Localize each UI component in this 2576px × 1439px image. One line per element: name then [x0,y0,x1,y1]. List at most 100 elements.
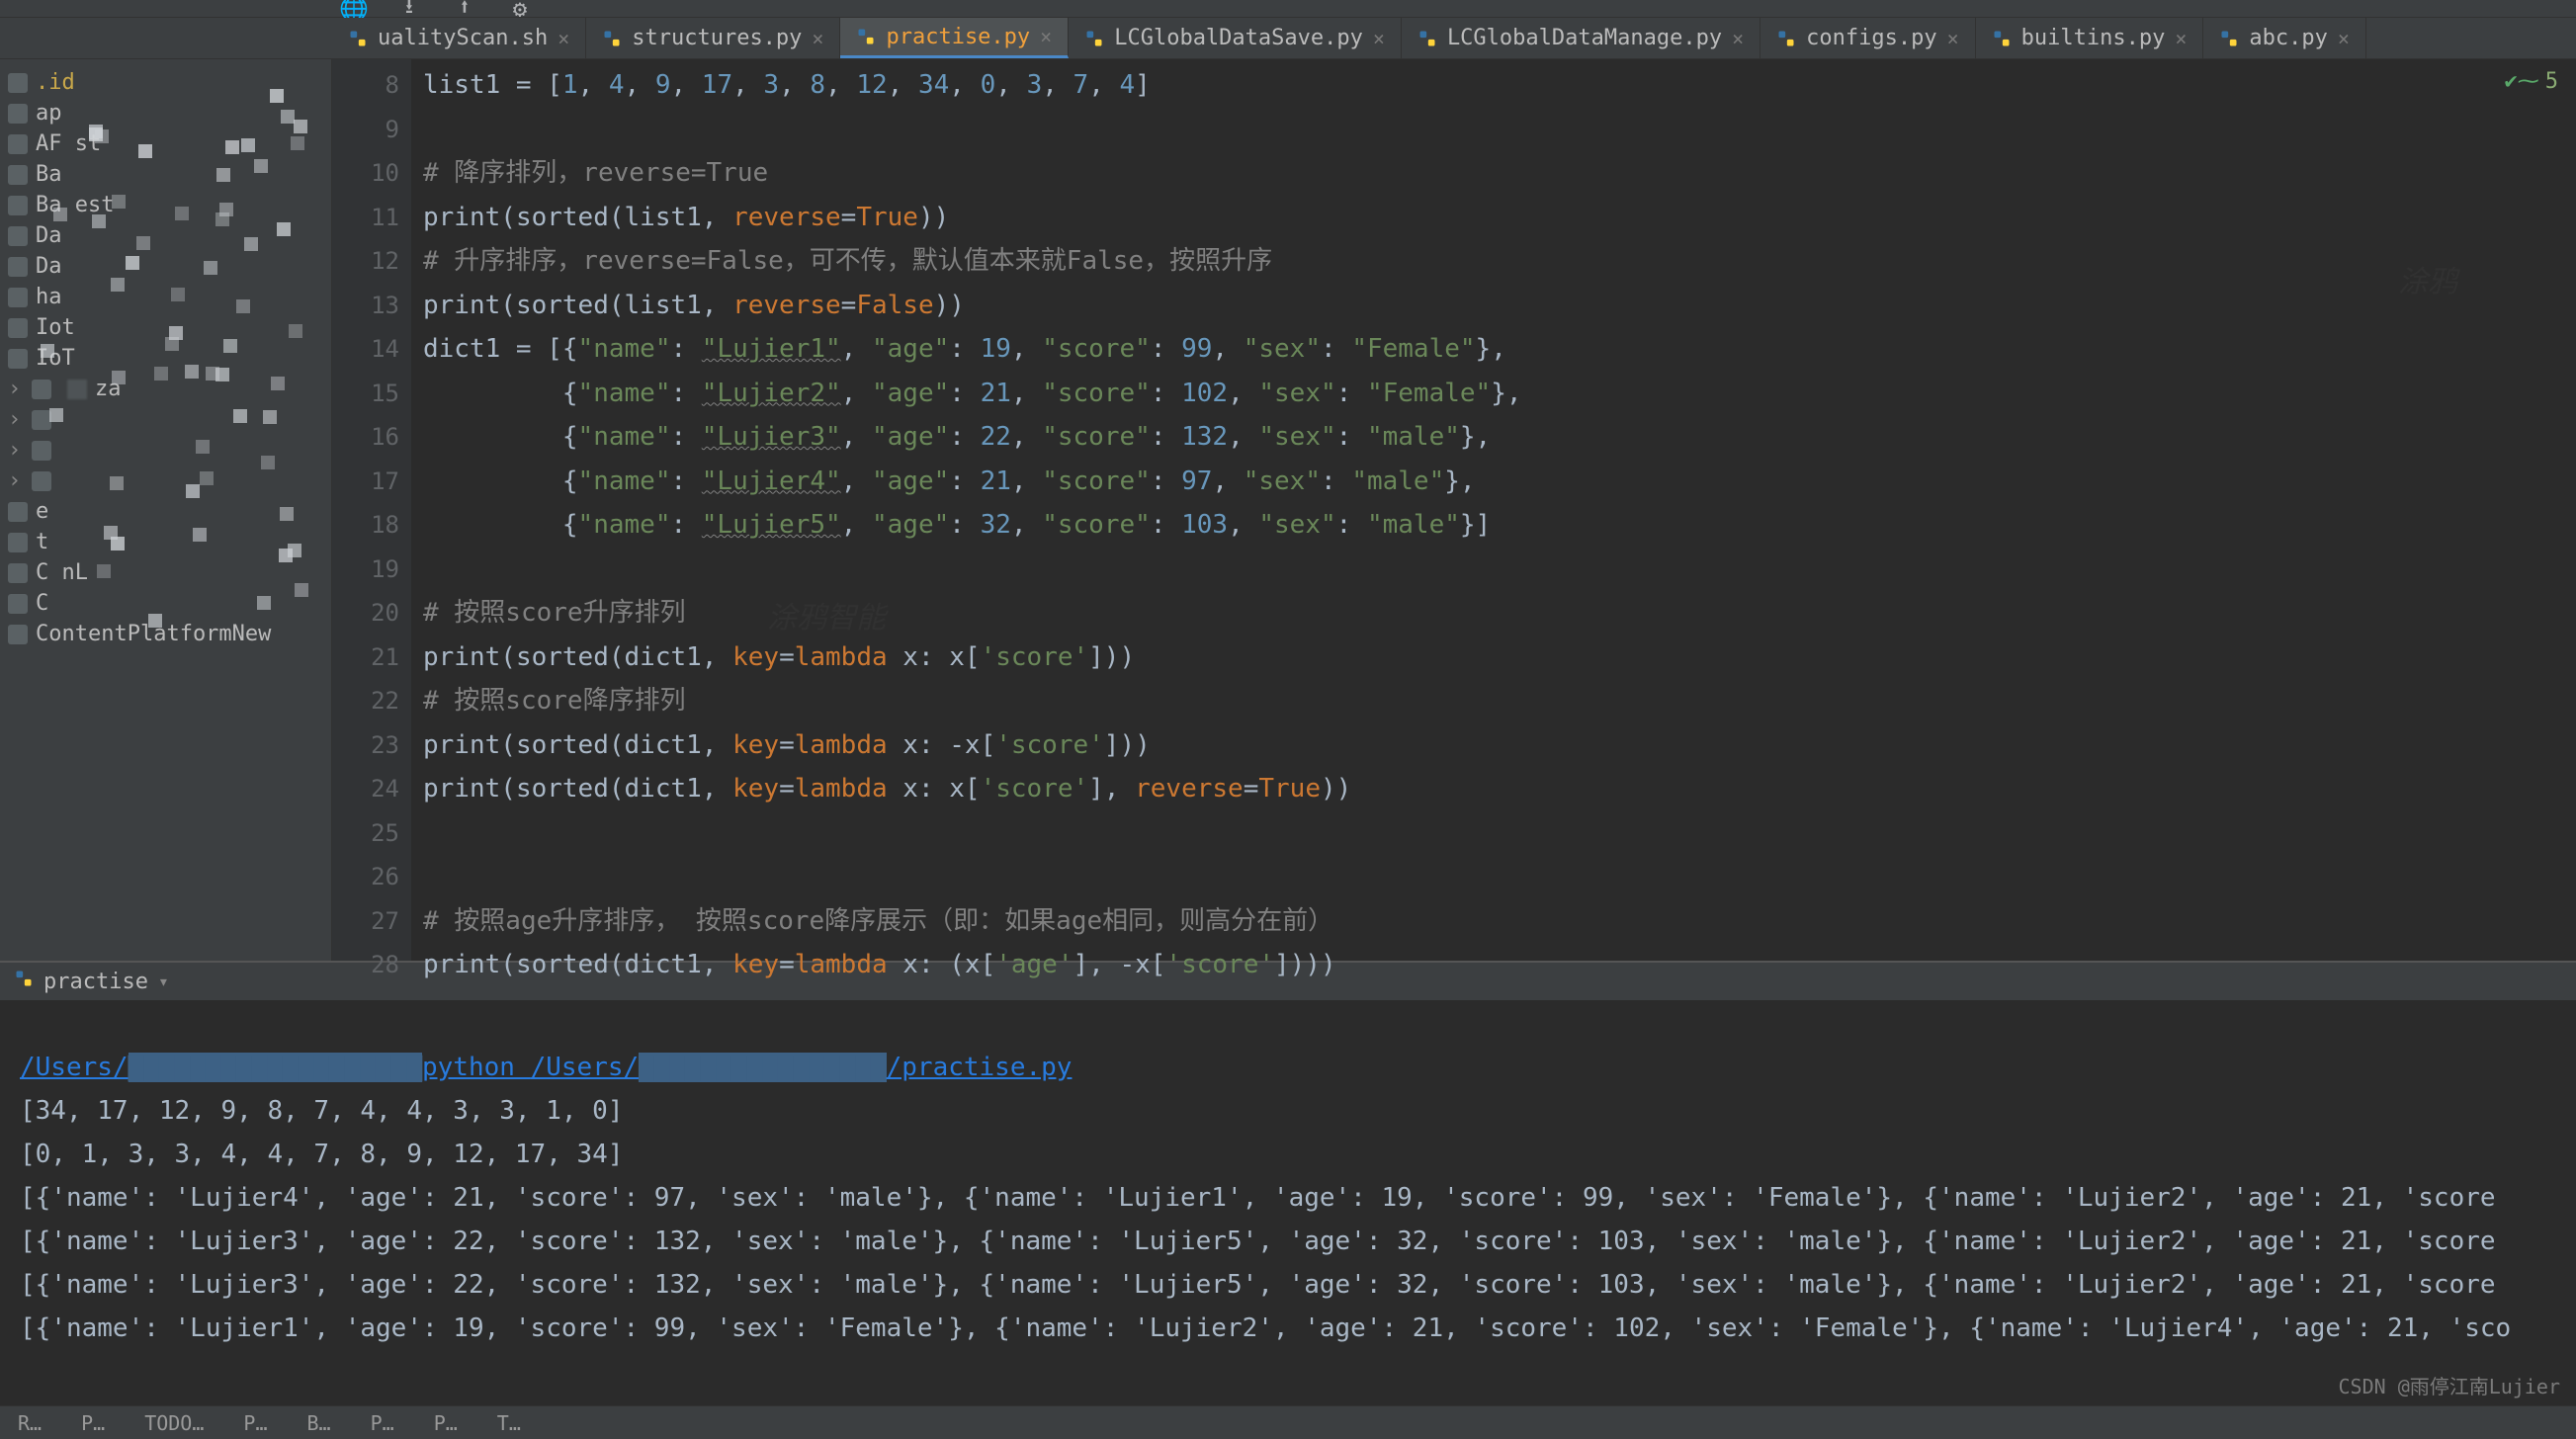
tab-label: builtins.py [2021,26,2166,50]
folder-icon [32,471,51,491]
sidebar-item[interactable]: ha [0,282,331,312]
sidebar-item[interactable]: C nL [0,557,331,588]
folder-icon [8,563,28,583]
project-sidebar[interactable]: .idapAF stBaBa estDaDahaIotIoT›za››› e t… [0,59,332,961]
line-number: 22 [332,679,399,723]
sidebar-item[interactable]: t [0,527,331,557]
watermark-credit: CSDN @雨停江南Lujier [2339,1371,2561,1399]
close-icon[interactable]: × [1732,27,1744,50]
line-number: 16 [332,415,399,460]
sidebar-item-label: ap [36,101,62,126]
python-file-icon [1776,29,1796,48]
status-item[interactable]: T… [497,1411,521,1435]
sidebar-item[interactable]: Ba [0,159,331,190]
warning-count: 5 [2545,69,2558,94]
sidebar-item-label: Da [36,223,62,248]
tab-practise-py[interactable]: practise.py × [840,18,1069,58]
line-number: 26 [332,855,399,899]
sidebar-item[interactable]: › [0,435,331,466]
sidebar-item[interactable]: ContentPlatformNew [0,619,331,649]
python-file-icon [856,27,876,46]
tab-abc-py[interactable]: abc.py × [2203,18,2366,58]
run-config-name[interactable]: practise [43,970,148,994]
inspection-indicator[interactable]: ✔⁓ 5 [2505,69,2559,94]
line-number: 10 [332,151,399,196]
close-icon[interactable]: × [812,27,823,50]
tab-label: LCGlobalDataSave.py [1114,26,1363,50]
sidebar-item[interactable]: › [0,466,331,496]
run-output[interactable]: /Users/▇▇▇▇▇▇▇▇▇▇▇▇▇▇▇▇▇▇▇python /Users/… [0,1000,2576,1405]
sidebar-item-label: .id [36,70,75,95]
code-area[interactable]: ✔⁓ 5 list1 = [1, 4, 9, 17, 3, 8, 12, 34,… [411,59,2576,961]
line-number: 19 [332,548,399,592]
tab-builtins-py[interactable]: builtins.py × [1976,18,2204,58]
status-item[interactable]: P… [371,1411,394,1435]
python-file-icon [2219,29,2239,48]
sidebar-item-label: C [36,591,48,616]
close-icon[interactable]: × [558,27,569,50]
sidebar-item-label: Ba [36,162,62,187]
tab-label: LCGlobalDataManage.py [1447,26,1722,50]
sidebar-item[interactable]: › [0,404,331,435]
sidebar-item[interactable]: AF st [0,128,331,159]
python-file-icon [1084,29,1104,48]
status-bar: R… P… TODO… P… B… P… P… T… [0,1405,2576,1439]
chevron-right-icon: › [8,407,24,432]
sidebar-item-label: ha [36,285,62,309]
tab-structures-py[interactable]: structures.py× [586,18,840,58]
folder-icon [8,257,28,277]
status-item[interactable]: TODO… [144,1411,204,1435]
close-icon[interactable]: × [2175,27,2187,50]
folder-icon [8,226,28,246]
close-icon[interactable]: × [1947,27,1959,50]
run-tool-window[interactable]: practise ▾ /Users/▇▇▇▇▇▇▇▇▇▇▇▇▇▇▇▇▇▇▇pyt… [0,961,2576,1405]
sidebar-item[interactable]: IoT [0,343,331,374]
line-number: 14 [332,327,399,372]
status-item[interactable]: P… [243,1411,267,1435]
tab-LCGlobalDataManage-py[interactable]: LCGlobalDataManage.py × [1402,18,1760,58]
sidebar-item[interactable]: ap [0,98,331,128]
status-item[interactable]: P… [434,1411,458,1435]
status-item[interactable]: R… [18,1411,42,1435]
sidebar-item-label: Iot [36,315,75,340]
folder-icon [8,134,28,154]
editor-tabs: ualityScan.sh×structures.py× practise.py ×… [0,18,2576,59]
python-file-icon [348,29,368,48]
folder-icon [32,410,51,430]
sidebar-item[interactable]: Iot [0,312,331,343]
line-number: 28 [332,943,399,987]
close-icon[interactable]: × [1040,25,1052,48]
chevron-down-icon[interactable]: ▾ [158,972,169,992]
sidebar-item[interactable]: Ba est [0,190,331,220]
tab-label: abc.py [2249,26,2327,50]
tab-label: practise.py [886,25,1030,49]
sidebar-item[interactable]: ›za [0,374,331,404]
sidebar-item[interactable]: e [0,496,331,527]
folder-icon [8,594,28,614]
tab-LCGlobalDataSave-py[interactable]: LCGlobalDataSave.py × [1069,18,1402,58]
line-number: 18 [332,503,399,548]
chevron-right-icon: › [8,468,24,493]
sidebar-item-label: ContentPlatformNew [36,622,271,646]
sidebar-item-label: AF st [36,131,101,156]
line-number: 23 [332,723,399,768]
sidebar-item-label: C nL [36,560,88,585]
line-number: 8 [332,63,399,108]
sidebar-item[interactable]: Da [0,251,331,282]
status-item[interactable]: P… [81,1411,105,1435]
close-icon[interactable]: × [1373,27,1385,50]
line-number: 27 [332,899,399,944]
sidebar-item[interactable]: .id [0,67,331,98]
tab-configs-py[interactable]: configs.py× [1760,18,1976,58]
status-item[interactable]: B… [307,1411,331,1435]
folder-icon [8,625,28,644]
sidebar-item[interactable]: C [0,588,331,619]
code-editor[interactable]: 8910111213141516171819202122232425262728… [332,59,2576,961]
folder-icon [32,380,51,399]
folder-icon [8,165,28,185]
folder-icon [8,196,28,215]
sidebar-item[interactable]: Da [0,220,331,251]
tab-ualityScan-sh[interactable]: ualityScan.sh× [332,18,586,58]
close-icon[interactable]: × [2338,27,2350,50]
sidebar-item-label: Ba est [36,193,114,217]
